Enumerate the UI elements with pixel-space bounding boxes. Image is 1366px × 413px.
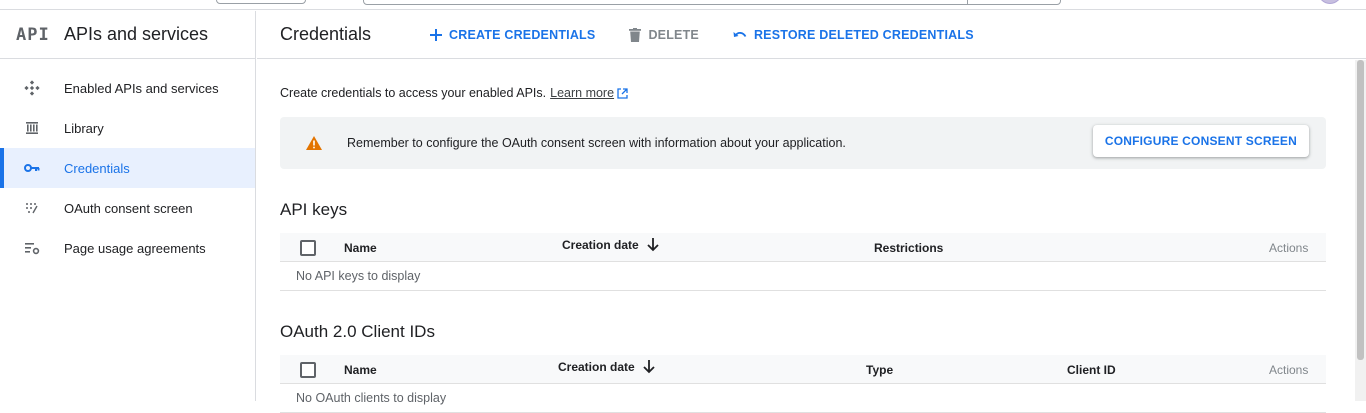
select-all-checkbox[interactable] <box>300 240 316 256</box>
sidebar-item-label: OAuth consent screen <box>64 200 193 216</box>
create-credentials-button[interactable]: CREATE CREDENTIALS <box>430 28 595 42</box>
main-content: Credentials CREATE CREDENTIALS DELETE RE… <box>257 11 1366 413</box>
sidebar-item-library[interactable]: Library <box>0 108 255 148</box>
sidebar-item-label: Enabled APIs and services <box>64 80 219 96</box>
sidebar-item-enabled-apis[interactable]: Enabled APIs and services <box>0 68 255 108</box>
consent-warning-banner: Remember to configure the OAuth consent … <box>280 117 1326 169</box>
sidebar-header: API APIs and services <box>0 11 255 59</box>
oauth-dots-icon <box>0 201 64 215</box>
column-name[interactable]: Name <box>344 241 377 255</box>
trash-icon <box>629 27 642 42</box>
delete-button[interactable]: DELETE <box>629 27 699 42</box>
search-bar[interactable] <box>363 0 1061 5</box>
delete-label: DELETE <box>648 27 699 42</box>
column-name[interactable]: Name <box>344 363 377 377</box>
sidebar-item-label: Page usage agreements <box>64 240 206 256</box>
api-keys-table: Name Creation date Restrictions Actions … <box>280 233 1326 291</box>
table-header: Name Creation date Restrictions Actions <box>280 233 1326 262</box>
api-logo: API <box>16 24 50 45</box>
settings-list-icon <box>0 241 64 255</box>
undo-icon <box>733 30 747 40</box>
page-toolbar: Credentials CREATE CREDENTIALS DELETE RE… <box>257 11 1366 59</box>
oauth-clients-table: Name Creation date Type Client ID Action… <box>280 355 1326 413</box>
empty-state: No OAuth clients to display <box>280 384 1326 413</box>
apis-diamond-icon <box>0 80 64 96</box>
sidebar: API APIs and services Enabled APIs and s… <box>0 11 256 401</box>
page-title: Credentials <box>280 24 372 44</box>
banner-message: Remember to configure the OAuth consent … <box>347 136 846 150</box>
column-label: Creation date <box>558 360 635 374</box>
create-credentials-label: CREATE CREDENTIALS <box>449 27 596 42</box>
external-link-icon <box>617 87 628 99</box>
plus-icon <box>430 28 442 41</box>
warning-icon <box>306 136 322 150</box>
sidebar-item-label: Library <box>64 120 104 136</box>
sidebar-title: APIs and services <box>64 24 209 44</box>
oauth-clients-title: OAuth 2.0 Client IDs <box>280 322 435 341</box>
column-type[interactable]: Type <box>866 363 893 377</box>
library-icon <box>0 121 64 135</box>
project-selector[interactable] <box>216 0 306 4</box>
sidebar-item-oauth-consent[interactable]: OAuth consent screen <box>0 188 255 228</box>
sort-down-arrow-icon <box>643 360 655 374</box>
sort-down-arrow-icon <box>647 238 659 252</box>
learn-more-link[interactable]: Learn more <box>550 86 614 100</box>
column-label: Creation date <box>562 238 639 252</box>
select-all-checkbox[interactable] <box>300 362 316 378</box>
sidebar-item-credentials[interactable]: Credentials <box>0 148 255 188</box>
api-keys-title: API keys <box>280 200 348 219</box>
column-client-id: Client ID <box>1067 363 1116 377</box>
column-creation-date[interactable]: Creation date <box>558 360 655 374</box>
intro-message: Create credentials to access your enable… <box>280 86 547 100</box>
sidebar-item-label: Credentials <box>64 160 130 176</box>
top-app-bar <box>0 0 1366 10</box>
key-icon <box>0 163 64 173</box>
column-restrictions: Restrictions <box>874 241 944 255</box>
column-actions: Actions <box>1269 241 1309 255</box>
table-header: Name Creation date Type Client ID Action… <box>280 355 1326 384</box>
avatar[interactable] <box>1318 0 1342 4</box>
column-creation-date[interactable]: Creation date <box>562 238 659 252</box>
sidebar-nav: Enabled APIs and services Library Creden… <box>0 59 255 268</box>
sidebar-item-page-usage[interactable]: Page usage agreements <box>0 228 255 268</box>
empty-state: No API keys to display <box>280 262 1326 291</box>
credentials-content: Create credentials to access your enable… <box>280 60 1326 413</box>
restore-deleted-credentials-button[interactable]: RESTORE DELETED CREDENTIALS <box>733 28 974 42</box>
configure-consent-screen-button[interactable]: CONFIGURE CONSENT SCREEN <box>1092 125 1309 157</box>
intro-text: Create credentials to access your enable… <box>280 86 1326 100</box>
column-actions: Actions <box>1269 363 1309 377</box>
restore-label: RESTORE DELETED CREDENTIALS <box>753 27 974 42</box>
vertical-scrollbar[interactable] <box>1355 60 1366 401</box>
